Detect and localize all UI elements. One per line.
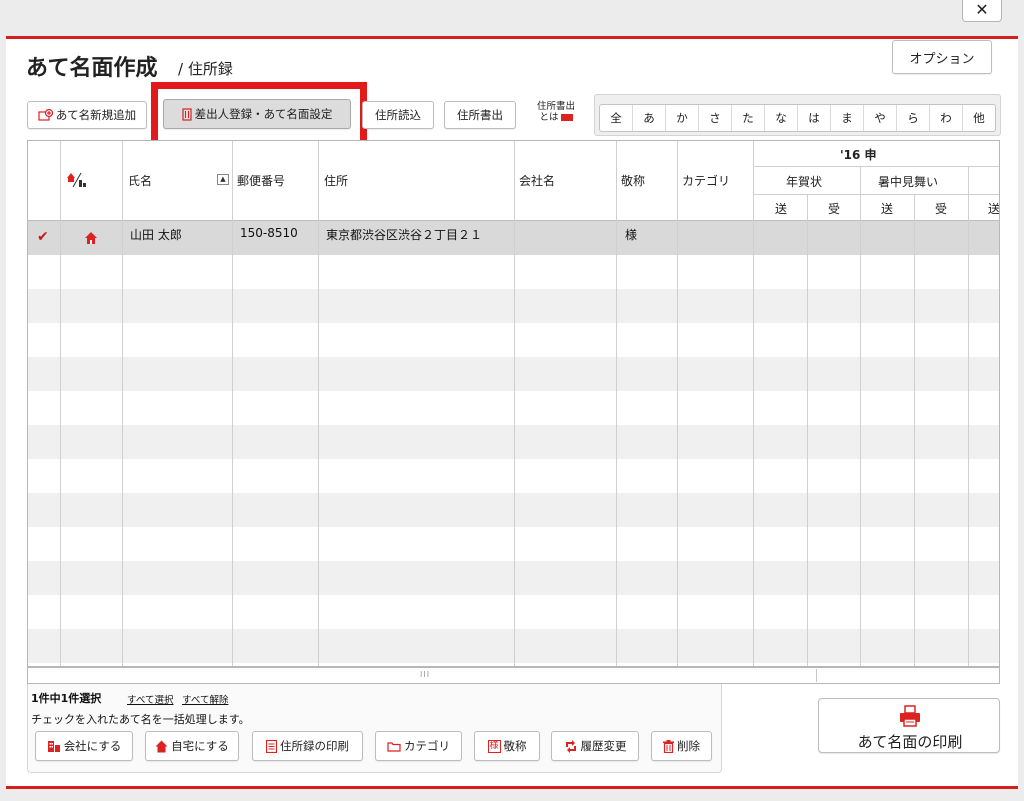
- close-button[interactable]: ✕: [962, 0, 1002, 22]
- header-name[interactable]: 氏名: [128, 172, 152, 189]
- export-address-button[interactable]: 住所書出: [444, 101, 516, 129]
- header-honorific[interactable]: 敬称: [621, 172, 645, 189]
- building-icon: [47, 740, 61, 753]
- add-card-icon: [38, 108, 53, 122]
- selection-count: 1件中1件選択: [31, 692, 102, 705]
- list-document-icon: [266, 739, 277, 753]
- sort-toggle-icon[interactable]: ▲: [217, 174, 229, 185]
- make-company-label: 会社にする: [63, 739, 122, 753]
- row-postal: 150-8510: [240, 226, 298, 240]
- category-button[interactable]: カテゴリ: [375, 731, 462, 761]
- header-company[interactable]: 会社名: [519, 172, 555, 189]
- header-shochu: 暑中見舞い: [878, 175, 939, 189]
- kana-tab-other[interactable]: 他: [963, 105, 995, 131]
- print-address-book-button[interactable]: 住所録の印刷: [252, 731, 363, 761]
- printer-icon: [899, 705, 921, 730]
- kana-tab-na[interactable]: な: [765, 105, 798, 131]
- header-nenga-sent: 送: [775, 202, 788, 216]
- category-label: カテゴリ: [404, 739, 450, 753]
- option-button[interactable]: オプション: [892, 40, 992, 74]
- column-divider: [753, 141, 754, 666]
- kana-tab-ta[interactable]: た: [732, 105, 765, 131]
- column-divider: [318, 141, 319, 666]
- print-address-side-button[interactable]: あて名面の印刷: [818, 698, 1000, 753]
- home-company-toggle-icon[interactable]: [66, 171, 88, 192]
- refresh-icon: [564, 739, 578, 753]
- delete-label: 削除: [677, 739, 700, 753]
- header-postal[interactable]: 郵便番号: [237, 172, 285, 189]
- row-name: 山田 太郎: [130, 228, 182, 242]
- column-divider: [968, 166, 969, 666]
- horizontal-scrollbar[interactable]: III: [27, 667, 1000, 684]
- header-category[interactable]: カテゴリ: [682, 172, 730, 189]
- trash-icon: [663, 739, 674, 753]
- honorific-icon: 様: [487, 739, 501, 753]
- folder-icon: [387, 741, 401, 752]
- sender-settings-button[interactable]: 差出人登録・あて名面設定: [163, 99, 351, 129]
- column-divider: [807, 194, 808, 666]
- kana-tab-ka[interactable]: か: [666, 105, 699, 131]
- make-home-button[interactable]: 自宅にする: [145, 731, 239, 761]
- header-year-line: [753, 166, 999, 167]
- bottom-accent-line: [6, 786, 1018, 789]
- close-icon: ✕: [975, 0, 989, 19]
- kana-tab-ha[interactable]: は: [798, 105, 831, 131]
- column-divider: [232, 141, 233, 666]
- history-change-button[interactable]: 履歴変更: [551, 731, 639, 761]
- kana-tab-ya[interactable]: や: [864, 105, 897, 131]
- page-subtitle: / 住所録: [178, 60, 233, 78]
- kana-tab-wa[interactable]: わ: [930, 105, 963, 131]
- add-address-button[interactable]: あて名新規追加: [27, 101, 147, 129]
- bulk-description: チェックを入れたあて名を一括処理します。: [31, 713, 250, 726]
- page-title: あて名面作成: [26, 56, 158, 81]
- kana-filter: 全 あ か さ た な は ま や ら わ 他: [599, 104, 996, 132]
- book-icon: [560, 114, 573, 121]
- kana-tab-a[interactable]: あ: [633, 105, 666, 131]
- row-checkbox[interactable]: ✔: [37, 229, 49, 245]
- honorific-button[interactable]: 様 敬称: [474, 731, 540, 761]
- add-address-label: あて名新規追加: [55, 108, 137, 122]
- home-icon: [84, 231, 98, 248]
- what-export-line1: 住所書出: [536, 101, 575, 112]
- header-year: '16 申: [840, 148, 877, 162]
- column-divider: [122, 141, 123, 666]
- what-is-export-link[interactable]: 住所書出 とは: [528, 101, 584, 129]
- column-divider: [60, 141, 61, 666]
- kana-tab-all[interactable]: 全: [600, 105, 633, 131]
- scrollbar-grip: III: [420, 670, 431, 679]
- print-address-side-label: あて名面の印刷: [857, 733, 963, 751]
- make-company-button[interactable]: 会社にする: [35, 731, 133, 761]
- honorific-label: 敬称: [503, 739, 527, 753]
- header-shochu-received: 受: [935, 202, 948, 216]
- window-titlebar: ✕: [0, 0, 1024, 36]
- column-divider: [914, 194, 915, 666]
- address-table: 氏名 ▲ 郵便番号 住所 会社名 敬称 カテゴリ '16 申 年賀状 暑中見舞い…: [27, 140, 1000, 667]
- sender-card-icon: [182, 107, 192, 121]
- header-address[interactable]: 住所: [324, 172, 348, 189]
- deselect-all-link[interactable]: すべて解除: [182, 692, 228, 706]
- column-divider: [616, 141, 617, 666]
- header-next-sent: 送: [988, 202, 1000, 216]
- kana-tab-sa[interactable]: さ: [699, 105, 732, 131]
- house-icon: [155, 740, 168, 753]
- header-nenga-received: 受: [828, 202, 841, 216]
- print-address-book-label: 住所録の印刷: [280, 739, 349, 753]
- delete-button[interactable]: 削除: [651, 731, 712, 761]
- header-nenga: 年賀状: [786, 175, 823, 189]
- column-divider: [677, 141, 678, 666]
- row-honorific: 様: [625, 228, 638, 242]
- make-home-label: 自宅にする: [171, 739, 229, 753]
- what-export-line2: とは: [539, 112, 559, 123]
- select-all-link[interactable]: すべて選択: [127, 692, 173, 706]
- row-address: 東京都渋谷区渋谷２丁目２１: [326, 228, 483, 242]
- kana-tab-ra[interactable]: ら: [897, 105, 930, 131]
- import-address-button[interactable]: 住所読込: [362, 101, 434, 129]
- column-divider: [514, 141, 515, 666]
- header-shochu-sent: 送: [881, 202, 894, 216]
- history-change-label: 履歴変更: [580, 739, 627, 753]
- header-type-line: [753, 194, 999, 195]
- kana-tab-ma[interactable]: ま: [831, 105, 864, 131]
- column-divider: [860, 166, 861, 666]
- sender-settings-label: 差出人登録・あて名面設定: [194, 107, 333, 121]
